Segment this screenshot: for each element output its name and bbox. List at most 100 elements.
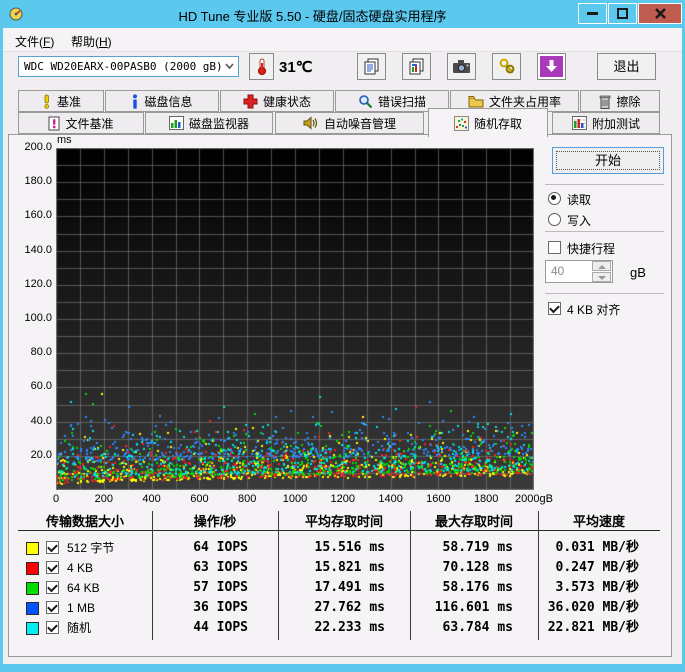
y-axis-unit-label: ms — [57, 134, 72, 146]
table-row: 64 KB 57 IOPS 17.491 ms 58.176 ms 3.573 MB/秒 — [18, 578, 660, 598]
benchmark-icon — [41, 94, 52, 109]
bar-chart-icon — [168, 116, 184, 130]
iops-value: 44 IOPS — [193, 620, 248, 635]
screenshot-button[interactable] — [447, 53, 476, 80]
read-label: 读取 — [567, 193, 592, 207]
trash-icon — [599, 94, 611, 109]
drive-selector[interactable]: WDC WD20EARX-00PASB0 (2000 gB) — [18, 56, 239, 77]
iops-value: 57 IOPS — [193, 580, 248, 595]
y-axis-tick-label: 200.0 — [24, 141, 52, 153]
y-axis-tick-label: 80.0 — [30, 346, 52, 359]
stepper-down-button[interactable] — [592, 272, 611, 282]
y-axis-tick-label: 20.0 — [30, 448, 52, 461]
maximize-button[interactable] — [608, 3, 637, 24]
titlebar: HD Tune 专业版 5.50 - 硬盘/固态硬盘实用程序 — [0, 0, 685, 28]
write-label: 写入 — [567, 214, 592, 228]
series-label: 1 MB — [67, 601, 96, 615]
menu-help[interactable]: 帮助(H) — [65, 31, 118, 52]
col-header-avg-speed: 平均速度 — [572, 514, 625, 529]
stepper-up-button[interactable] — [592, 261, 611, 271]
keys-icon — [498, 58, 516, 75]
close-button[interactable] — [638, 3, 682, 24]
avg-speed-value: 0.247 MB/秒 — [555, 560, 639, 575]
update-button[interactable] — [537, 53, 566, 80]
read-radio[interactable] — [548, 192, 561, 205]
series-label: 512 字节 — [67, 541, 115, 555]
table-row: 1 MB 36 IOPS 27.762 ms 116.601 ms 36.020 MB/… — [18, 598, 660, 618]
series-visibility-checkbox[interactable] — [46, 561, 59, 574]
y-axis-tick-label: 180.0 — [24, 175, 52, 188]
write-radio[interactable] — [548, 213, 561, 226]
copy-text-button[interactable] — [357, 53, 386, 80]
minimize-button[interactable] — [578, 3, 607, 24]
folder-icon — [468, 95, 484, 108]
max-access-time-value: 58.719 ms — [442, 540, 513, 555]
col-header-max-access-time: 最大存取时间 — [434, 514, 513, 529]
y-axis-tick-label: 100.0 — [24, 312, 52, 324]
start-button[interactable]: 开始 — [552, 147, 664, 174]
tab-health-status[interactable]: 健康状态 — [220, 90, 334, 112]
copy-image-icon — [408, 58, 425, 75]
col-header-ops-per-sec: 操作/秒 — [193, 514, 237, 529]
max-access-time-value: 63.784 ms — [442, 620, 513, 635]
thermometer-icon — [254, 57, 269, 76]
tab-random-access[interactable]: 随机存取 — [428, 108, 548, 137]
series-label: 随机 — [67, 621, 92, 635]
series-visibility-checkbox[interactable] — [46, 601, 59, 614]
align-4kb-label: 4 KB 对齐 — [567, 303, 621, 317]
y-axis-tick-label: 120.0 — [24, 277, 52, 290]
tab-disk-info[interactable]: 磁盘信息 — [105, 90, 219, 112]
temperature-button[interactable] — [249, 53, 274, 80]
menu-file[interactable]: 文件(F) — [9, 31, 60, 52]
chevron-down-icon — [225, 63, 234, 70]
tab-disk-monitor[interactable]: 磁盘监视器 — [145, 112, 273, 134]
avg-speed-value: 22.821 MB/秒 — [547, 620, 639, 635]
iops-value: 64 IOPS — [193, 540, 248, 555]
short-stroke-checkbox[interactable] — [548, 241, 561, 254]
short-stroke-label: 快捷行程 — [567, 242, 616, 256]
separator — [545, 231, 664, 232]
avg-access-time-value: 15.821 ms — [314, 560, 385, 575]
options-button[interactable] — [492, 53, 521, 80]
table-header-underline — [18, 530, 660, 531]
series-visibility-checkbox[interactable] — [46, 541, 59, 554]
avg-access-time-value: 27.762 ms — [314, 600, 385, 615]
series-color-swatch — [26, 622, 39, 635]
file-benchmark-icon — [48, 116, 60, 131]
exit-button[interactable]: 退出 — [597, 53, 656, 80]
capacity-stepper — [592, 261, 611, 282]
x-axis-end-label: 2000gB — [515, 493, 553, 505]
y-axis-tick-label: 160.0 — [24, 209, 52, 222]
table-row: 4 KB 63 IOPS 15.821 ms 70.128 ms 0.247 MB/秒 — [18, 558, 660, 578]
y-axis-tick-label: 60.0 — [30, 380, 52, 393]
tab-erase[interactable]: 擦除 — [580, 90, 660, 112]
health-cross-icon — [243, 94, 258, 109]
window-title: HD Tune 专业版 5.50 - 硬盘/固态硬盘实用程序 — [178, 9, 447, 24]
series-visibility-checkbox[interactable] — [46, 581, 59, 594]
table-row: 随机 44 IOPS 22.233 ms 63.784 ms 22.821 MB/秒 — [18, 618, 660, 638]
avg-access-time-value: 22.233 ms — [314, 620, 385, 635]
down-arrow-icon — [598, 276, 606, 280]
series-color-swatch — [26, 562, 39, 575]
copy-image-button[interactable] — [402, 53, 431, 80]
avg-speed-value: 36.020 MB/秒 — [547, 600, 639, 615]
app-icon — [8, 6, 24, 22]
series-label: 64 KB — [67, 581, 100, 595]
avg-access-time-value: 15.516 ms — [314, 540, 385, 555]
max-access-time-value: 116.601 ms — [434, 600, 513, 615]
tab-aam[interactable]: 自动噪音管理 — [275, 112, 424, 134]
download-arrow-icon — [544, 59, 559, 74]
speaker-icon — [303, 116, 319, 130]
y-axis-tick-label: 140.0 — [24, 243, 52, 256]
tab-file-benchmark[interactable]: 文件基准 — [18, 112, 144, 134]
align-4kb-checkbox[interactable] — [548, 302, 561, 315]
tab-extra-tests[interactable]: 附加测试 — [552, 112, 660, 134]
series-visibility-checkbox[interactable] — [46, 621, 59, 634]
disk-info-icon — [131, 93, 139, 109]
app-window: HD Tune 专业版 5.50 - 硬盘/固态硬盘实用程序 文件(F) 帮助(… — [0, 0, 685, 672]
series-color-swatch — [26, 582, 39, 595]
iops-value: 63 IOPS — [193, 560, 248, 575]
col-header-transfer-size: 传输数据大小 — [45, 514, 124, 529]
series-color-swatch — [26, 602, 39, 615]
tab-benchmark[interactable]: 基准 — [18, 90, 104, 112]
